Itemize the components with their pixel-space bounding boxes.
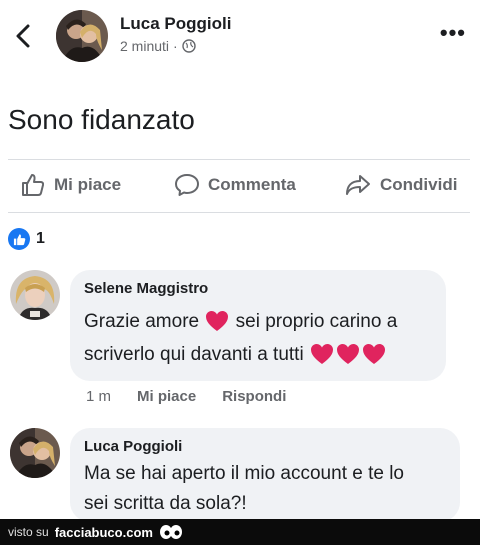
comment-bubble: Selene Maggistro Grazie amore sei propri…	[70, 270, 446, 381]
watermark-site[interactable]: facciabuco.com	[55, 525, 153, 540]
post-actions: Mi piace Commenta Condividi	[0, 166, 480, 208]
meta-separator: ·	[173, 38, 178, 54]
share-arrow-icon	[346, 175, 370, 195]
comment-like-button[interactable]: Mi piace	[137, 388, 196, 405]
post-header: Luca Poggioli 2 minuti · •••	[0, 0, 480, 78]
divider	[8, 212, 470, 213]
post-time[interactable]: 2 minuti	[120, 38, 169, 54]
like-label: Mi piace	[54, 175, 122, 194]
author-avatar[interactable]	[56, 10, 108, 62]
reactions-summary[interactable]: 1	[8, 228, 45, 250]
like-button[interactable]: Mi piace	[20, 172, 121, 198]
comment-line: scriverlo qui davanti a tutti	[84, 344, 304, 365]
comment-button[interactable]: Commenta	[174, 172, 296, 198]
back-button[interactable]	[12, 22, 36, 50]
comment-actions: 1 m Mi piace Rispondi	[86, 388, 286, 405]
comment-text: Ma se hai aperto il mio account e te lo …	[84, 459, 446, 519]
commenter-avatar[interactable]	[10, 270, 60, 320]
watermark-prefix: visto su	[8, 525, 49, 539]
commenter-avatar[interactable]	[10, 428, 60, 478]
comment-label: Commenta	[208, 175, 296, 194]
thumbs-up-icon	[8, 228, 30, 250]
comment-line: Grazie amore	[84, 311, 200, 332]
comment-time[interactable]: 1 m	[86, 388, 111, 405]
chevron-left-icon	[16, 24, 30, 48]
post-meta: 2 minuti ·	[120, 38, 196, 54]
divider	[8, 159, 470, 160]
heart-emoji-icon	[362, 344, 385, 364]
post-text: Sono fidanzato	[8, 104, 195, 135]
comment-text: Grazie amore sei proprio carino a scrive…	[84, 305, 432, 371]
share-button[interactable]: Condividi	[344, 172, 457, 198]
globe-icon	[182, 39, 196, 53]
heart-emoji-icon	[336, 344, 359, 364]
thumbs-up-icon	[22, 174, 45, 196]
comment-reply-button[interactable]: Rispondi	[222, 388, 286, 405]
speech-bubble-icon	[175, 174, 199, 196]
author-name[interactable]: Luca Poggioli	[120, 14, 231, 34]
comment-bubble: Luca Poggioli Ma se hai aperto il mio ac…	[70, 428, 460, 522]
heart-emoji-icon	[206, 311, 229, 331]
comment-author[interactable]: Selene Maggistro	[84, 280, 432, 297]
likes-count: 1	[36, 230, 45, 247]
more-options-button[interactable]: •••	[440, 22, 466, 44]
eyes-logo-icon	[159, 525, 182, 539]
comment-line: Ma se hai aperto il mio account e te lo	[84, 463, 405, 484]
comment-line: sei scritta da sola?!	[84, 493, 247, 514]
heart-emoji-icon	[310, 344, 333, 364]
comment-author[interactable]: Luca Poggioli	[84, 438, 446, 455]
share-label: Condividi	[380, 175, 458, 194]
comment-line: sei proprio carino a	[235, 311, 398, 332]
watermark-bar: visto su facciabuco.com	[0, 519, 480, 545]
